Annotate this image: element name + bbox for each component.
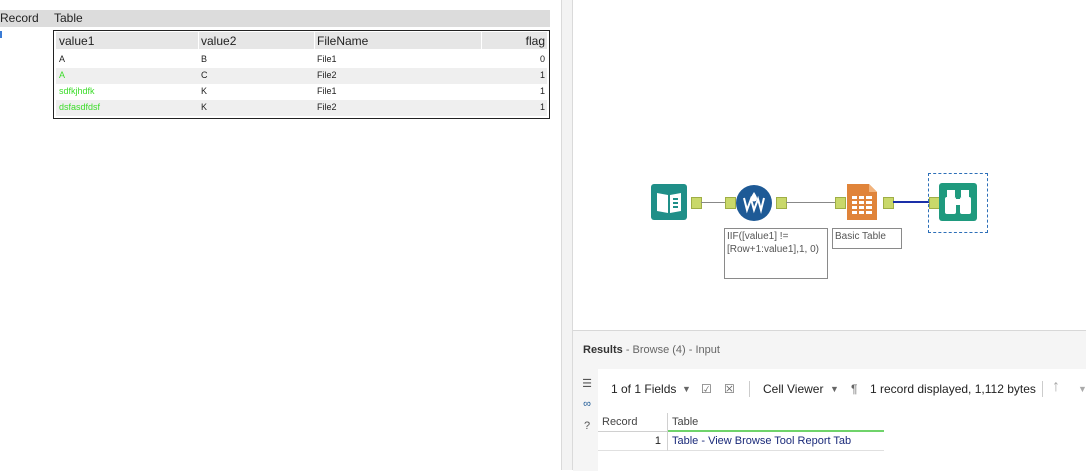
col-value2: value2 xyxy=(201,34,237,48)
output-anchor[interactable] xyxy=(691,197,702,209)
cell-value1: dsfasdfdsf xyxy=(59,102,101,112)
report-pane: Record Table value1 value2 FileName flag… xyxy=(0,0,561,470)
table-column-header: Table xyxy=(54,11,83,25)
grid-cell-record: 1 xyxy=(654,435,661,447)
col-flag: flag xyxy=(525,34,545,48)
browse-icon[interactable] xyxy=(939,183,977,221)
connector xyxy=(786,202,835,203)
toolbar-separator xyxy=(1042,381,1043,397)
cell-viewer-dropdown[interactable]: Cell Viewer xyxy=(763,382,823,396)
cell-value2: B xyxy=(201,54,208,64)
cell-filename: File1 xyxy=(317,54,337,64)
chevron-down-icon[interactable]: ▼ xyxy=(830,384,839,394)
binoculars-icon[interactable]: ∞ xyxy=(580,397,594,411)
table-row: sdfkjhdfk K File1 1 xyxy=(56,84,547,100)
cell-flag: 0 xyxy=(539,54,545,64)
status-text: 1 record displayed, 1,112 bytes xyxy=(870,382,1036,396)
basic-table-annotation[interactable]: Basic Table xyxy=(832,228,902,249)
table-row[interactable]: 1 xyxy=(598,432,668,451)
results-title-label: Results xyxy=(583,344,623,356)
cell-value1: sdfkjhdfk xyxy=(59,86,95,96)
grid-header-table-label: Table xyxy=(672,416,699,428)
pilcrow-icon[interactable]: ¶ xyxy=(851,382,857,396)
cell-flag: 1 xyxy=(539,86,545,96)
connector xyxy=(893,201,929,203)
col-value1: value1 xyxy=(59,34,95,48)
report-header: Record Table xyxy=(0,10,550,27)
report-table: value1 value2 FileName flag A B File1 0 … xyxy=(53,30,550,119)
cell-filename: File2 xyxy=(317,102,337,112)
list-icon[interactable]: ☰ xyxy=(580,377,594,391)
grid-header-record[interactable]: Record xyxy=(598,413,668,432)
table-row: A C File2 1 xyxy=(56,68,547,84)
output-anchor[interactable] xyxy=(883,197,894,209)
deselect-icon[interactable]: ☒ xyxy=(724,382,735,396)
input-data-icon[interactable] xyxy=(651,184,687,220)
record-marker xyxy=(0,31,2,38)
col-filename: FileName xyxy=(317,34,369,48)
results-body: 1 of 1 Fields ▼ ☑ ☒ Cell Viewer ▼ ¶ 1 re… xyxy=(598,369,1086,471)
fields-selector[interactable]: 1 of 1 Fields xyxy=(611,382,676,396)
toolbar-separator xyxy=(749,381,750,397)
formula-annotation[interactable]: IIF([value1] != [Row+1:value1],1, 0) xyxy=(724,228,828,279)
grid-cell-table[interactable]: Table - View Browse Tool Report Tab xyxy=(672,435,851,447)
results-pane: Results - Browse (4) - Input ☰ ∞ ? 1 of … xyxy=(573,330,1086,471)
cell-value2: K xyxy=(201,86,208,96)
cell-flag: 1 xyxy=(539,70,545,80)
results-title: Results - Browse (4) - Input xyxy=(583,344,720,356)
output-anchor[interactable] xyxy=(776,197,787,209)
grid-header-record-label: Record xyxy=(602,416,638,428)
arrow-up-icon[interactable]: ↑ xyxy=(1052,378,1060,396)
table-row: A B File1 0 xyxy=(56,52,547,68)
chevron-down-icon[interactable]: ▼ xyxy=(1078,384,1086,394)
checkbox-icon[interactable]: ☑ xyxy=(701,382,712,396)
report-table-header: value1 value2 FileName flag xyxy=(56,32,547,49)
cell-flag: 1 xyxy=(539,102,545,112)
record-column-header: Record xyxy=(0,11,39,25)
cell-value1: A xyxy=(59,70,66,80)
chevron-down-icon[interactable]: ▼ xyxy=(682,384,691,394)
results-subtitle: - Browse (4) - Input xyxy=(625,344,720,356)
connector xyxy=(701,202,725,203)
results-toolbar: 1 of 1 Fields ▼ ☑ ☒ Cell Viewer ▼ ¶ 1 re… xyxy=(598,369,1086,403)
cell-value1: A xyxy=(59,54,66,64)
cell-filename: File2 xyxy=(317,70,337,80)
workflow-canvas[interactable]: IIF([value1] != [Row+1:value1],1, 0) Bas… xyxy=(573,0,1086,330)
pane-splitter[interactable] xyxy=(562,0,572,470)
cell-filename: File1 xyxy=(317,86,337,96)
basic-table-icon[interactable] xyxy=(844,184,880,220)
help-icon[interactable]: ? xyxy=(580,419,594,433)
results-grid: Record Table 1 Table - View Browse Tool … xyxy=(598,413,890,451)
table-row[interactable]: Table - View Browse Tool Report Tab xyxy=(668,432,884,451)
table-row: dsfasdfdsf K File2 1 xyxy=(56,100,547,116)
results-side-toolbar: ☰ ∞ ? xyxy=(575,373,599,471)
cell-value2: K xyxy=(201,102,208,112)
cell-value2: C xyxy=(201,70,208,80)
multi-row-formula-icon[interactable] xyxy=(735,184,773,222)
